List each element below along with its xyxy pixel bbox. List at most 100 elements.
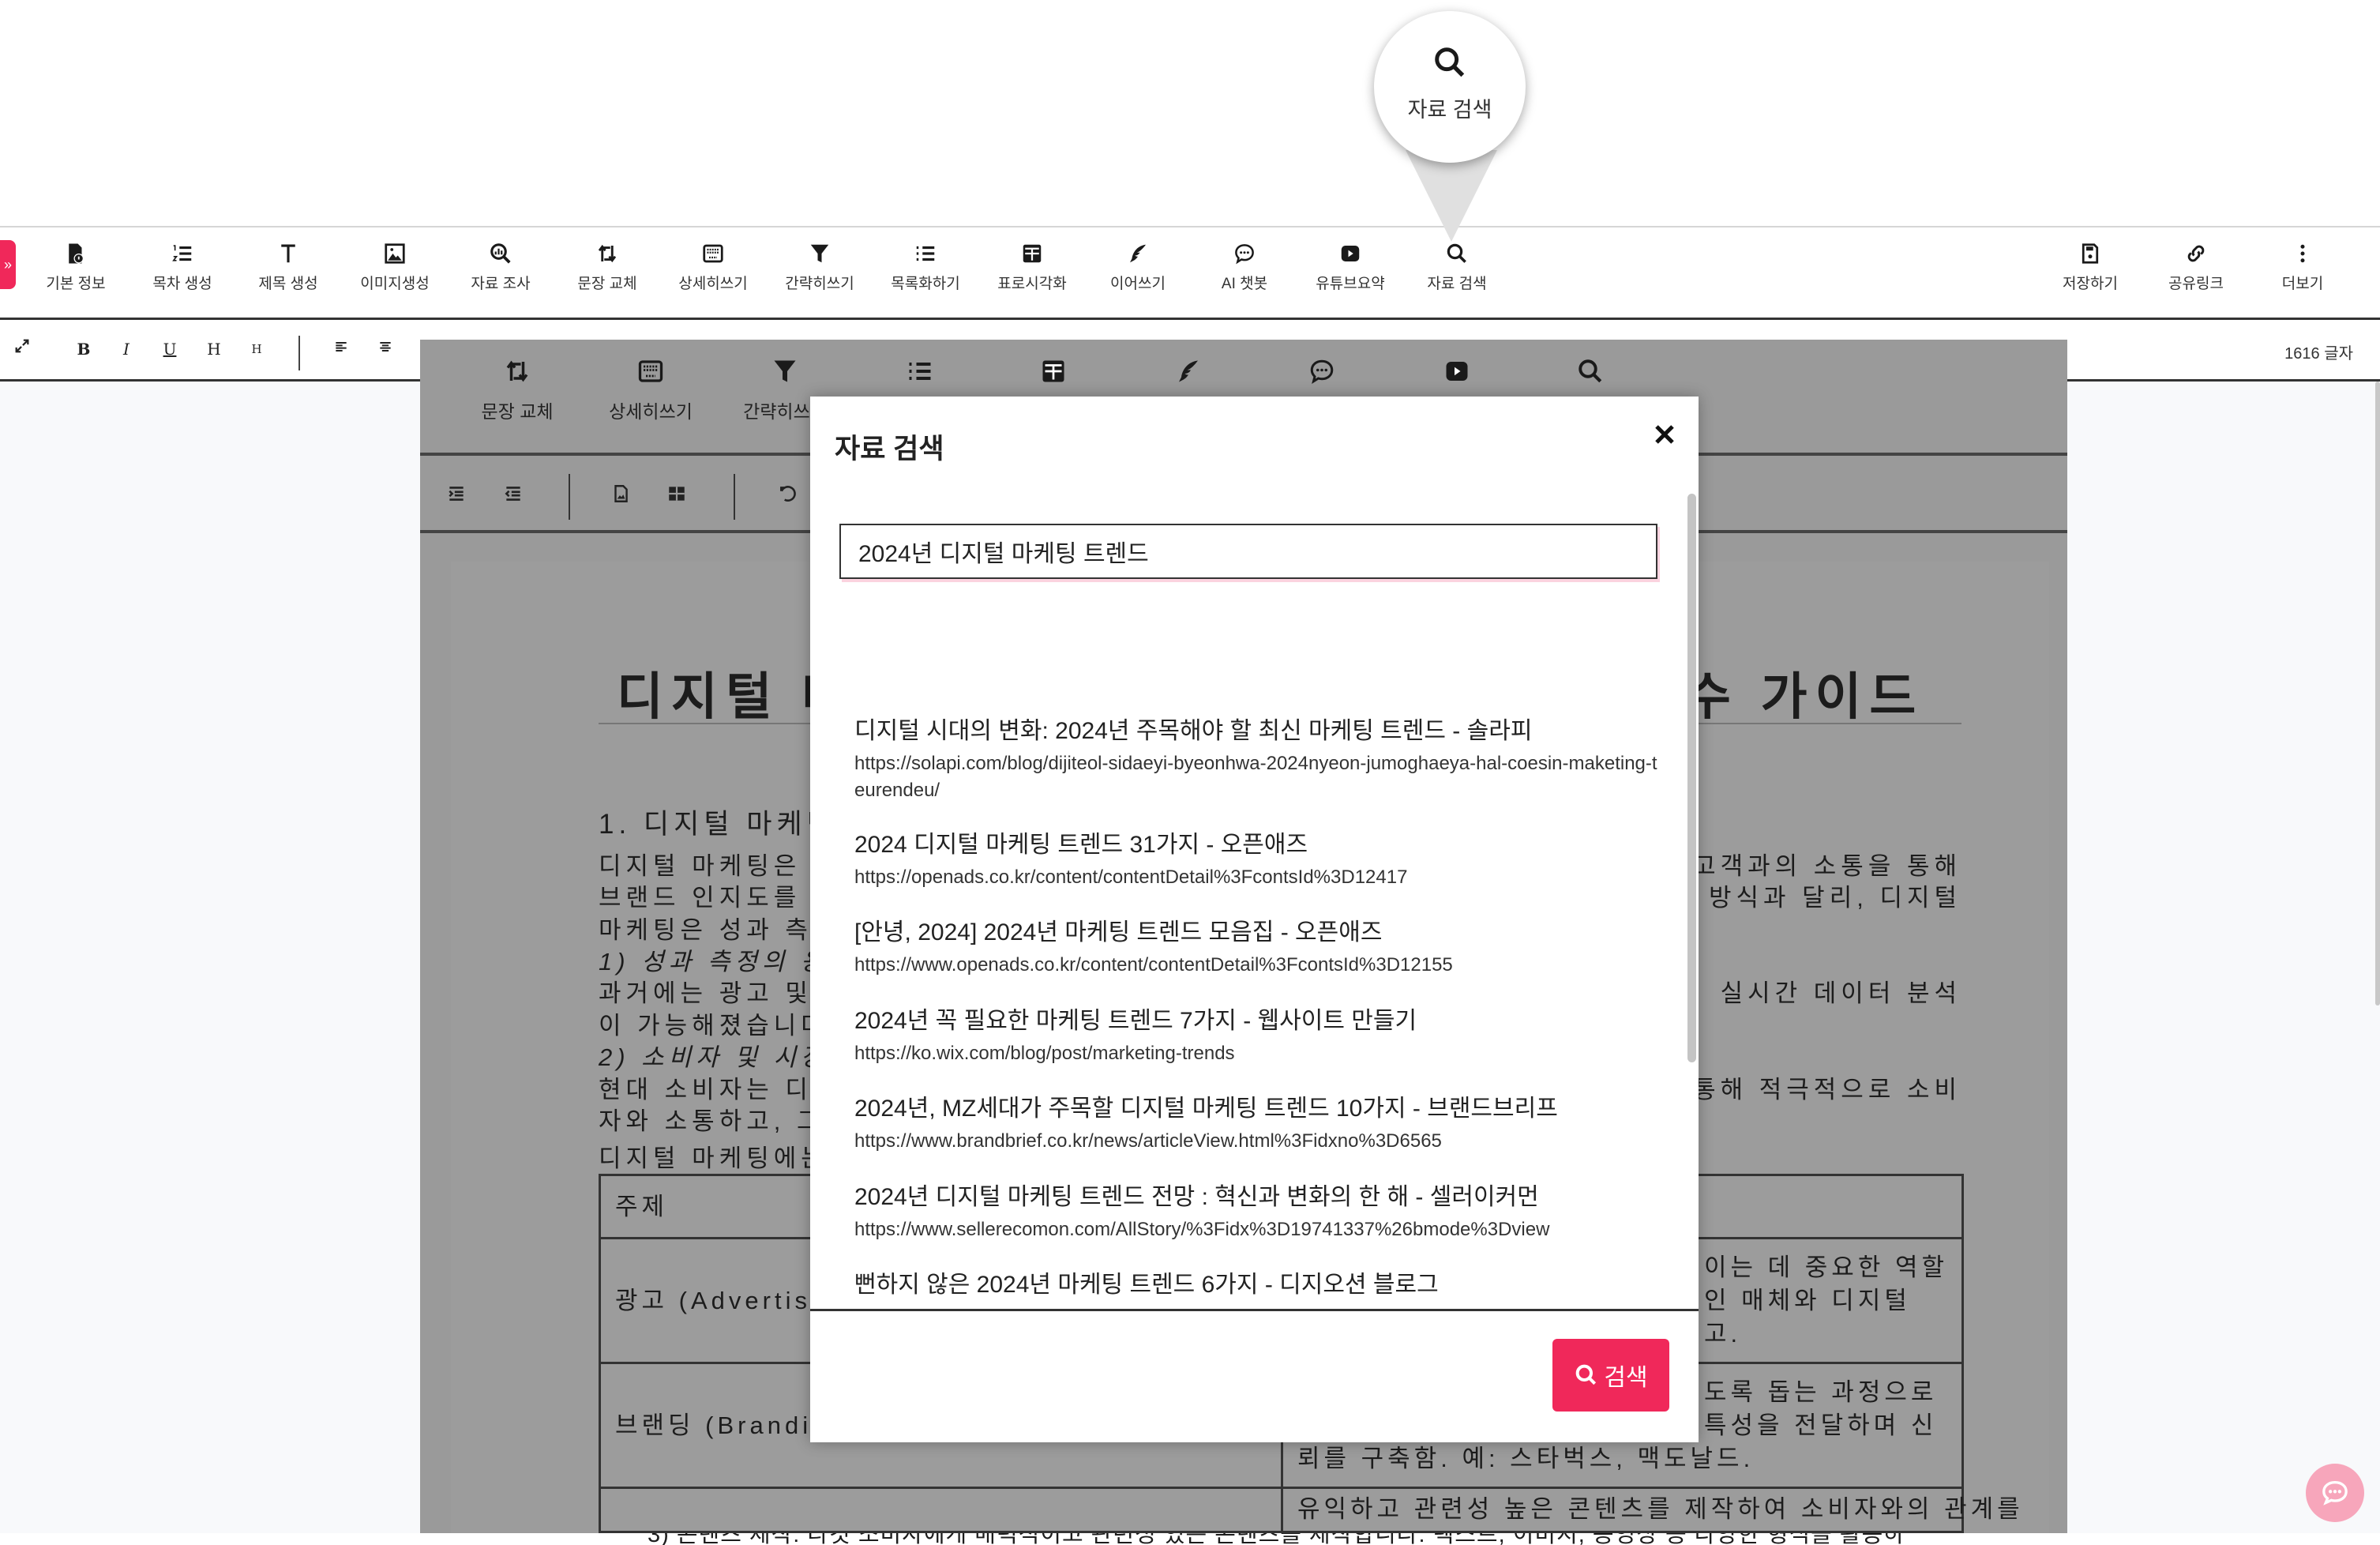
- link-icon: [2187, 245, 2205, 262]
- youtube-icon: [1446, 362, 1468, 381]
- toolbar-item[interactable]: 더보기: [2255, 242, 2350, 293]
- toolbar-item[interactable]: 상세히쓰기: [666, 242, 760, 293]
- sidebar-toggle-button[interactable]: »: [0, 240, 16, 289]
- table-cell: 유익하고 관련성 높은 콘텐츠를 제작하여 소비자와의 관계를: [1281, 1487, 2020, 1533]
- toolbar-item[interactable]: 저장하기: [2043, 242, 2138, 293]
- panel-toolbar-item[interactable]: 문장 교체: [462, 357, 572, 423]
- heading1-button[interactable]: H: [202, 337, 226, 361]
- panel-toolbar-item[interactable]: [1402, 357, 1512, 397]
- chat-icon: [2322, 1480, 2348, 1506]
- indent-icon[interactable]: [446, 483, 470, 507]
- panel-toolbar-item-label: 문장 교체: [481, 401, 554, 422]
- heading2-button[interactable]: H: [245, 337, 268, 361]
- expand-icon[interactable]: [10, 337, 34, 361]
- search-result[interactable]: 2024 디지털 마케팅 트렌드 31가지 - 오픈애즈 https://open…: [854, 825, 1660, 891]
- result-title[interactable]: 뻔하지 않은 2024년 마케팅 트렌드 6가지 - 디지오션 블로그: [854, 1265, 1660, 1299]
- cell-line: 고.: [1704, 1319, 1742, 1348]
- search-result[interactable]: 2024년 디지털 마케팅 트렌드 전망 : 혁신과 변화의 한 해 - 셀러이…: [854, 1177, 1660, 1243]
- search-icon: [1576, 1364, 1597, 1385]
- close-icon[interactable]: [1649, 419, 1680, 450]
- result-title[interactable]: 2024년 디지털 마케팅 트렌드 전망 : 혁신과 변화의 한 해 - 셀러이…: [854, 1177, 1660, 1212]
- toolbar-item[interactable]: 목록화하기: [878, 242, 973, 293]
- toolbar-item[interactable]: AI 챗봇: [1197, 242, 1292, 293]
- cell-line: 뢰를 구축함. 예: 스타벅스, 맥도날드.: [1297, 1444, 1755, 1472]
- panel-toolbar-item[interactable]: [1133, 357, 1244, 397]
- search-icon: [1447, 243, 1466, 263]
- align-left-icon[interactable]: [329, 337, 353, 361]
- search-result[interactable]: 뻔하지 않은 2024년 마케팅 트렌드 6가지 - 디지오션 블로그 https…: [854, 1265, 1660, 1308]
- table-icon: [1042, 360, 1064, 382]
- toolbar-item[interactable]: 목차 생성: [135, 242, 230, 293]
- keyboard-icon: [703, 244, 723, 263]
- search-result[interactable]: 디지털 시대의 변화: 2024년 주목해야 할 최신 마케팅 트렌드 - 솔라…: [854, 711, 1660, 804]
- toolbar-item[interactable]: 문장 교체: [560, 242, 655, 293]
- italic-button[interactable]: I: [114, 337, 138, 361]
- search-dialog: 자료 검색 디지털 시대의 변화: 2024년 주목해야 할 최신 마케팅 트렌…: [810, 397, 1699, 1442]
- result-url[interactable]: https://www.sellerecomon.com/AllStory/%3…: [854, 1216, 1660, 1243]
- feather-icon: [1179, 360, 1198, 382]
- panel-toolbar-item[interactable]: 상세히쓰기: [595, 357, 706, 423]
- file-info-icon: [69, 243, 84, 264]
- search-button[interactable]: 검색: [1552, 1339, 1669, 1412]
- undo-icon[interactable]: [778, 483, 801, 507]
- toolbar-item-label: 상세히쓰기: [678, 276, 748, 292]
- result-url[interactable]: https://openads.co.kr/content/contentDet…: [854, 864, 1660, 891]
- result-url[interactable]: https://www.blog.digiocean.co.kr/post/20…: [854, 1304, 1660, 1308]
- toolbar-item-label: 이미지생성: [360, 276, 430, 292]
- results-scrollbar[interactable]: [1687, 494, 1696, 1062]
- toolbar-item-label: 목차 생성: [152, 276, 212, 292]
- result-url[interactable]: https://ko.wix.com/blog/post/marketing-t…: [854, 1040, 1660, 1067]
- callout-pointer: [1406, 150, 1497, 242]
- result-url[interactable]: https://www.openads.co.kr/content/conten…: [854, 952, 1660, 979]
- toolbar-item-label: 목록화하기: [891, 276, 960, 292]
- search-result[interactable]: 2024년 꼭 필요한 마케팅 트렌드 7가지 - 웹사이트 만들기 https:…: [854, 1001, 1660, 1067]
- toolbar-item[interactable]: 공유링크: [2149, 242, 2243, 293]
- toolbar-item-label: 간략히쓰기: [785, 276, 854, 292]
- outdent-icon[interactable]: [503, 483, 527, 507]
- chat-icon: [1235, 244, 1254, 265]
- search-result[interactable]: 2024년, MZ세대가 주목할 디지털 마케팅 트렌드 10가지 - 브랜드브…: [854, 1088, 1660, 1155]
- bold-button[interactable]: B: [72, 337, 96, 361]
- chat-button[interactable]: [2306, 1464, 2364, 1522]
- toolbar-item[interactable]: 기본 정보: [28, 242, 123, 293]
- toolbar-item-label: 자료 검색: [1427, 276, 1487, 292]
- toolbar-item-label: 저장하기: [2063, 276, 2118, 292]
- result-title[interactable]: 2024년, MZ세대가 주목할 디지털 마케팅 트렌드 10가지 - 브랜드브…: [854, 1088, 1660, 1123]
- list-icon: [909, 363, 931, 380]
- feather-icon: [1130, 244, 1146, 263]
- document-line: 실시간 데이터 분석: [1720, 979, 1961, 1007]
- toolbar-item-label: 더보기: [2281, 276, 2324, 292]
- divider: [569, 474, 570, 520]
- page-scrollbar[interactable]: [2375, 382, 2380, 1006]
- search-result[interactable]: [안녕, 2024] 2024년 마케팅 트렌드 모음집 - 오픈애즈 https…: [854, 912, 1660, 979]
- result-title[interactable]: 디지털 시대의 변화: 2024년 주목해야 할 최신 마케팅 트렌드 - 솔라…: [854, 711, 1660, 746]
- result-title[interactable]: 2024년 꼭 필요한 마케팅 트렌드 7가지 - 웹사이트 만들기: [854, 1001, 1660, 1036]
- toolbar-item[interactable]: 이미지생성: [347, 242, 442, 293]
- save-icon: [2082, 243, 2099, 264]
- panel-toolbar-item[interactable]: [1267, 357, 1377, 397]
- result-title[interactable]: [안녕, 2024] 2024년 마케팅 트렌드 모음집 - 오픈애즈: [854, 912, 1660, 947]
- toolbar-item[interactable]: 자료 조사: [453, 242, 548, 293]
- result-url[interactable]: https://www.brandbrief.co.kr/news/articl…: [854, 1128, 1660, 1155]
- underline-button[interactable]: U: [158, 337, 182, 361]
- toolbar-item[interactable]: 이어쓰기: [1091, 242, 1185, 293]
- table-icon: [1023, 244, 1042, 263]
- toolbar-item[interactable]: 자료 검색: [1410, 242, 1504, 293]
- result-url[interactable]: https://solapi.com/blog/dijiteol-sidaeyi…: [854, 750, 1660, 804]
- divider: [734, 474, 735, 520]
- panel-toolbar-item[interactable]: [865, 357, 975, 397]
- toolbar-item[interactable]: 표로시각화: [985, 242, 1079, 293]
- toolbar-item[interactable]: 제목 생성: [241, 242, 336, 293]
- toolbar-item-label: 유튜브요약: [1316, 276, 1385, 292]
- result-title[interactable]: 2024 디지털 마케팅 트렌드 31가지 - 오픈애즈: [854, 825, 1660, 859]
- toolbar-item-label: 자료 조사: [471, 276, 531, 292]
- panel-toolbar-item[interactable]: [998, 357, 1109, 397]
- align-center-icon[interactable]: [374, 337, 397, 361]
- toolbar-item[interactable]: 간략히쓰기: [772, 242, 867, 293]
- main-toolbar: 기본 정보 목차 생성 제목 생성 이미지생성 자료 조사 문장 교체 상세히쓰기 간략히쓰기…: [0, 227, 2380, 320]
- toolbar-item[interactable]: 유튜브요약: [1303, 242, 1398, 293]
- panel-toolbar-item[interactable]: [1535, 357, 1646, 397]
- search-input[interactable]: [839, 524, 1657, 579]
- insert-table-icon[interactable]: [666, 483, 690, 507]
- insert-image-icon[interactable]: [610, 483, 634, 507]
